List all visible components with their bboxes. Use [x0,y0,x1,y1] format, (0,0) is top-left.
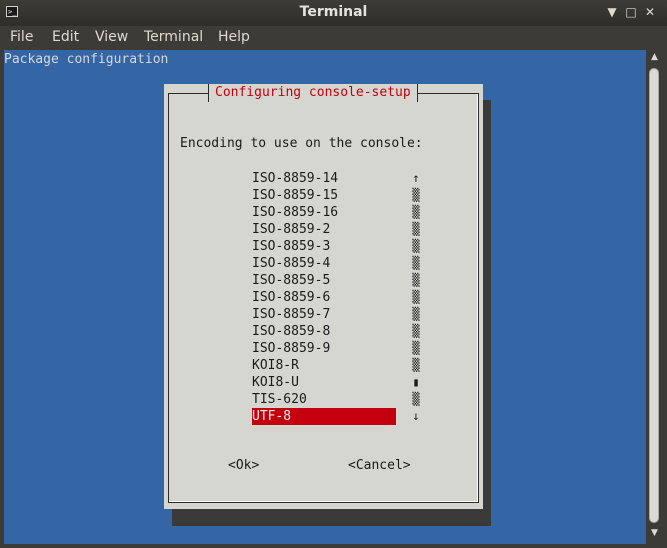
menu-terminal[interactable]: Terminal [144,29,203,45]
menu-bar: File Edit View Terminal Help [0,26,667,50]
window-title: Terminal [299,4,368,20]
terminal-scrollbar[interactable]: ▲ ▼ [646,50,663,544]
minimize-icon[interactable]: ▼ [604,4,620,20]
menu-view[interactable]: View [95,29,128,45]
list-item[interactable]: ISO-8859-15 [252,187,396,204]
menu-file[interactable]: File [10,29,33,45]
scroll-thumb-icon[interactable]: ▮ [410,374,422,391]
scroll-up-arrow-icon[interactable]: ▲ [646,52,663,62]
scroll-track-icon: ▒ [412,324,420,338]
list-item[interactable]: ISO-8859-14 [252,170,396,187]
list-item[interactable]: KOI8-R [252,357,396,374]
window-border-bottom [0,544,667,548]
scroll-track-icon: ▒ [412,273,420,287]
list-item[interactable]: TIS-620 [252,391,396,408]
menu-edit[interactable]: Edit [52,29,79,45]
scroll-track-icon: ▒ [412,256,420,270]
list-item[interactable]: ISO-8859-3 [252,238,396,255]
window-titlebar[interactable]: >_ Terminal ▼ □ ✕ [0,0,667,26]
list-scroll-up-icon[interactable]: ↑ [410,170,422,187]
list-item[interactable]: ISO-8859-4 [252,255,396,272]
list-item[interactable]: ISO-8859-8 [252,323,396,340]
encoding-prompt: Encoding to use on the console: [180,136,423,151]
window-border-right [663,26,667,548]
list-item[interactable]: ISO-8859-16 [252,204,396,221]
scroll-track-icon: ▒ [412,392,420,406]
ok-button[interactable]: <Ok> [228,458,259,473]
list-item-selected[interactable]: UTF-8 [252,408,396,425]
list-item[interactable]: KOI8-U [252,374,396,391]
console-setup-dialog: Configuring console-setup Encoding to us… [164,84,483,509]
maximize-icon[interactable]: □ [623,4,639,20]
list-item[interactable]: ISO-8859-6 [252,289,396,306]
scroll-track-icon: ▒ [412,358,420,372]
scroll-down-arrow-icon[interactable]: ▼ [646,528,663,538]
close-icon[interactable]: ✕ [642,4,658,20]
scroll-track-icon: ▒ [412,239,420,253]
list-item[interactable]: ISO-8859-5 [252,272,396,289]
scroll-track-icon: ▒ [412,307,420,321]
dialog-title: Configuring console-setup [215,85,411,100]
scroll-track-icon: ▒ [412,222,420,236]
list-scroll-down-icon[interactable]: ↓ [410,408,422,425]
scroll-track-icon: ▒ [412,205,420,219]
scrollbar-thumb[interactable] [649,68,659,523]
scroll-track-icon: ▒ [412,290,420,304]
menu-help[interactable]: Help [218,29,250,45]
package-configuration-header: Package configuration [4,52,169,67]
dialog-title-box: Configuring console-setup [208,84,418,102]
cancel-button[interactable]: <Cancel> [348,458,411,473]
list-item[interactable]: ISO-8859-2 [252,221,396,238]
list-item[interactable]: ISO-8859-9 [252,340,396,357]
scroll-track-icon: ▒ [412,341,420,355]
scroll-track-icon: ▒ [412,188,420,202]
list-item[interactable]: ISO-8859-7 [252,306,396,323]
